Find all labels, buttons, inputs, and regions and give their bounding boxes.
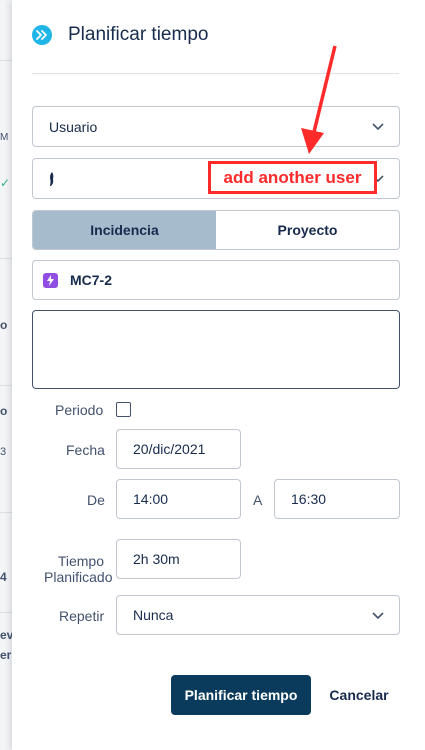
repeat-select[interactable]: Nunca <box>116 595 400 635</box>
annotation-label: add another user <box>208 161 377 194</box>
tab-incidencia[interactable]: Incidencia <box>33 211 216 249</box>
tiempo-label-line1: Tiempo <box>57 553 104 569</box>
tiempo-planificado-label: Tiempo Planificado <box>44 553 113 585</box>
end-time-input[interactable]: 16:30 <box>274 479 400 519</box>
double-chevron-right-icon[interactable] <box>32 25 52 45</box>
start-time-input[interactable]: 14:00 <box>116 479 241 519</box>
fecha-input[interactable]: 20/dic/2021 <box>116 429 241 469</box>
repetir-label: Repetir <box>59 608 105 624</box>
dialog-title: Planificar tiempo <box>68 24 209 45</box>
a-label: A <box>253 492 263 508</box>
issue-key: MC7-2 <box>70 272 113 288</box>
dialog-header: Planificar tiempo <box>32 24 208 46</box>
periodo-label: Periodo <box>55 402 104 418</box>
plan-time-button[interactable]: Planificar tiempo <box>171 675 311 715</box>
chevron-down-icon <box>372 612 384 620</box>
description-textarea[interactable] <box>32 310 400 389</box>
chevron-down-icon <box>372 123 384 131</box>
user-type-select[interactable]: Usuario <box>32 106 400 147</box>
fecha-label: Fecha <box>66 442 105 458</box>
user-type-value: Usuario <box>49 118 98 135</box>
periodo-checkbox[interactable] <box>116 402 131 417</box>
issue-project-toggle: Incidencia Proyecto <box>32 210 400 250</box>
repeat-value: Nunca <box>133 607 174 623</box>
cancel-button[interactable]: Cancelar <box>324 675 394 715</box>
issue-field[interactable]: MC7-2 <box>32 260 400 300</box>
plan-time-dialog: Planificar tiempo Usuario Incidencia Pro… <box>12 0 425 750</box>
user-avatar-icon <box>50 172 54 186</box>
annotation-arrow-icon <box>301 45 337 154</box>
de-label: De <box>87 492 105 508</box>
tab-proyecto[interactable]: Proyecto <box>216 211 399 249</box>
tiempo-label-line2: Planificado <box>44 569 113 585</box>
planned-time-input[interactable]: 2h 30m <box>116 539 241 579</box>
lightning-icon <box>43 272 58 288</box>
